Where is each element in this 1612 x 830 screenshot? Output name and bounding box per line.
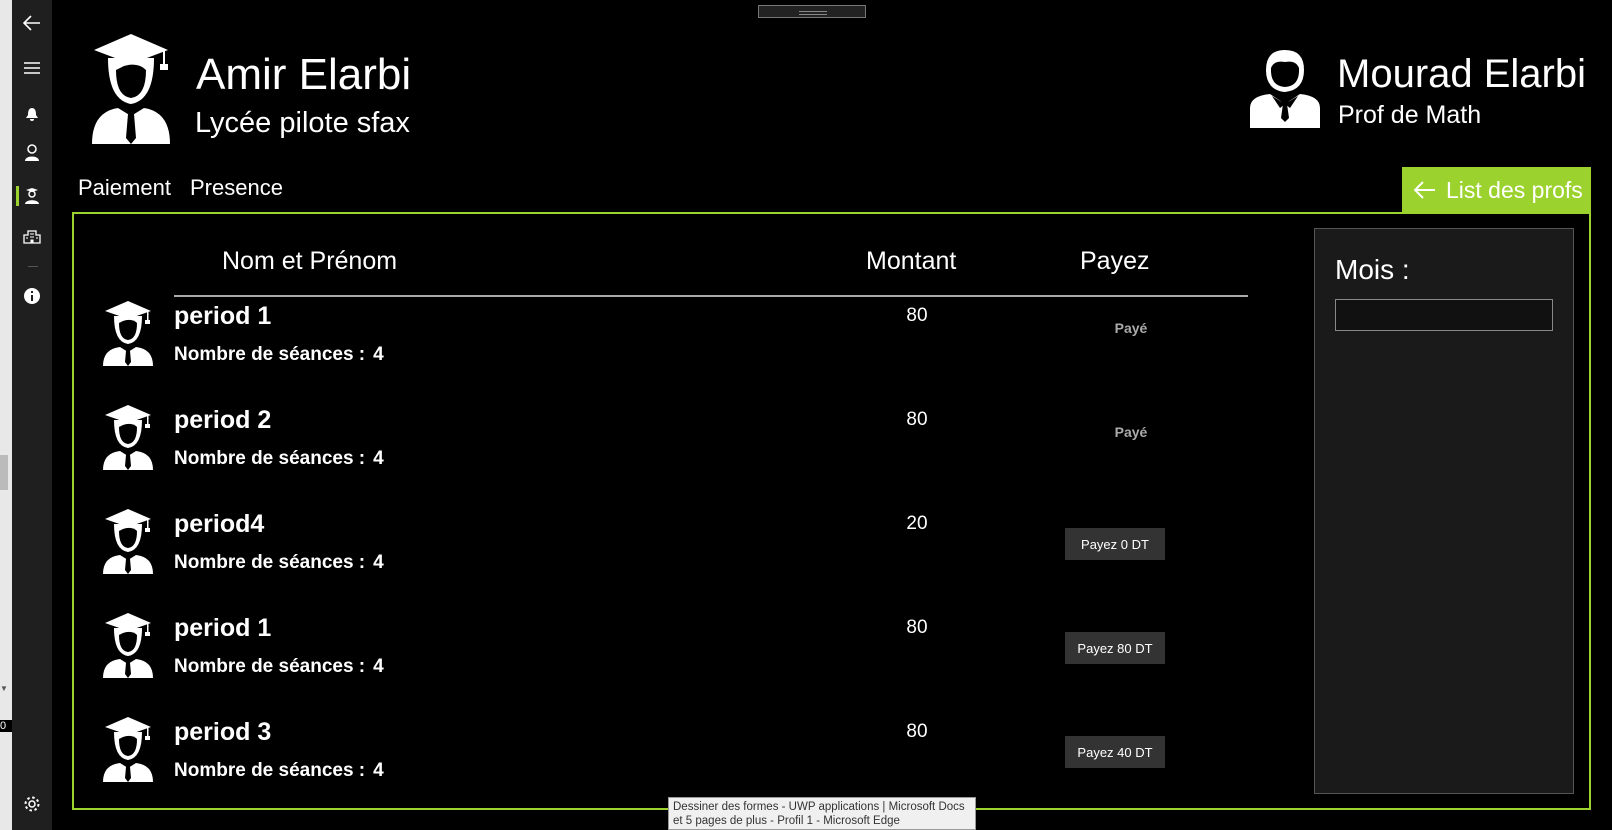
seances-label: Nombre de séances : [174,656,366,677]
header-divider [174,295,1248,297]
nav-rail [12,0,52,830]
bell-icon[interactable] [12,96,52,132]
teacher-icon[interactable] [12,135,52,171]
pay-button[interactable]: Payez 80 DT [1065,632,1165,664]
period-name: period 3 [174,718,272,746]
prof-subject: Prof de Math [1338,101,1482,129]
nav-separator [28,266,38,267]
mois-label: Mois : [1335,254,1410,285]
mois-input[interactable] [1335,299,1553,331]
paid-status: Payé [1114,320,1148,336]
seances-count: 4 [373,552,384,573]
period-name: period 1 [174,614,272,642]
column-header-payez: Payez [1080,247,1150,275]
seances-info: Nombre de séances : 4 [174,656,384,678]
montant-value: 80 [906,305,928,326]
adjacent-window-strip: ▼ 0 [0,0,12,830]
scroll-down-arrow-icon[interactable]: ▼ [0,684,8,693]
settings-gear-icon[interactable] [12,786,52,822]
school-name: Lycée pilote sfax [195,107,410,139]
seances-info: Nombre de séances : 4 [174,552,384,574]
seances-info: Nombre de séances : 4 [174,344,384,366]
pay-button[interactable]: Payez 40 DT [1065,736,1165,768]
period-name: period 1 [174,302,272,330]
montant-value: 80 [906,721,928,742]
hamburger-icon[interactable] [12,50,52,86]
student-name: Amir Elarbi [196,50,412,99]
graduate-avatar-icon [102,508,154,574]
scrollbar-thumb[interactable] [0,455,8,490]
pay-button[interactable]: Payez 0 DT [1065,528,1165,560]
period-name: period 2 [174,406,272,434]
taskbar-tooltip: Dessiner des formes - UWP applications |… [668,797,976,830]
paid-status: Payé [1114,424,1148,440]
back-arrow-icon[interactable] [12,5,52,41]
column-header-montant: Montant [866,247,957,275]
window-drag-handle[interactable] [758,5,866,18]
table-row: period 2 Nombre de séances : 4 80 Payé [100,404,1250,504]
back-arrow-icon [1414,181,1435,199]
period-name: period4 [174,510,265,538]
tooltip-line-1: Dessiner des formes - UWP applications |… [673,801,965,813]
month-filter-panel: Mois : [1314,228,1574,794]
seances-label: Nombre de séances : [174,448,366,469]
seances-count: 4 [373,448,384,469]
graduate-avatar-icon [102,300,154,366]
column-header-name: Nom et Prénom [222,247,398,275]
seances-count: 4 [373,344,384,365]
tab-presence[interactable]: Presence [190,175,283,201]
strip-text: 0 [0,720,12,732]
tab-paiement[interactable]: Paiement [78,175,171,201]
student-icon[interactable] [12,178,52,214]
table-row: period 1 Nombre de séances : 4 80 Payez 8… [100,612,1250,712]
table-row: period4 Nombre de séances : 4 20 Payez 0 … [100,508,1250,608]
list-des-profs-button[interactable]: List des profs [1402,167,1591,213]
graduate-avatar-icon [90,32,172,144]
montant-value: 80 [906,617,928,638]
graduate-avatar-icon [102,612,154,678]
building-icon[interactable] [12,218,52,254]
graduate-avatar-icon [102,404,154,470]
prof-name: Mourad Elarbi [1337,52,1587,96]
teacher-avatar-icon [1250,48,1320,128]
seances-count: 4 [373,656,384,677]
seances-label: Nombre de séances : [174,552,366,573]
montant-value: 20 [906,513,928,534]
seances-info: Nombre de séances : 4 [174,448,384,470]
seances-info: Nombre de séances : 4 [174,760,384,782]
list-des-profs-label: List des profs [1446,176,1583,203]
info-icon[interactable] [12,278,52,314]
table-row: period 1 Nombre de séances : 4 80 Payé [100,300,1250,400]
tooltip-line-2: et 5 pages de plus - Profil 1 - Microsof… [673,815,900,827]
montant-value: 80 [906,409,928,430]
seances-label: Nombre de séances : [174,760,366,781]
seances-count: 4 [373,760,384,781]
graduate-avatar-icon [102,716,154,782]
seances-label: Nombre de séances : [174,344,366,365]
